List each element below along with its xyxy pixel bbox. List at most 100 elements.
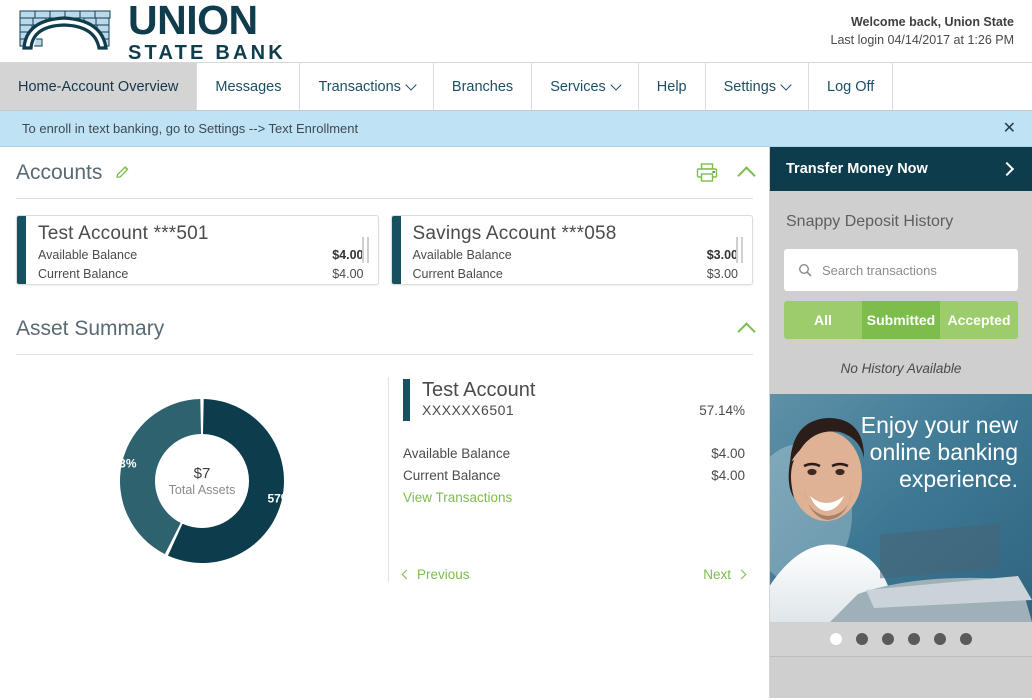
nav-item-messages[interactable]: Messages xyxy=(197,63,301,110)
detail-subrow: XXXXXX6501 57.14% xyxy=(422,402,745,418)
carousel-dot[interactable] xyxy=(856,633,868,645)
filter-all[interactable]: All xyxy=(784,301,862,339)
account-current-value: $3.00 xyxy=(706,266,738,281)
account-available-row: Available Balance $4.00 xyxy=(38,246,364,265)
previous-label: Previous xyxy=(417,566,470,582)
chevron-down-icon xyxy=(405,78,417,91)
nav-item-home-account-overview[interactable]: Home-Account Overview xyxy=(0,63,198,110)
donut-svg: 57% 43% xyxy=(116,399,288,564)
nav-item-label: Messages xyxy=(215,78,282,95)
bridge-logo-icon xyxy=(19,8,119,54)
accounts-section-header: Accounts xyxy=(16,147,756,199)
collapse-asset-summary-icon[interactable] xyxy=(737,322,756,341)
alert-text: To enroll in text banking, go to Setting… xyxy=(22,121,359,136)
nav-item-label: Help xyxy=(656,78,687,95)
main-column: Accounts Test Account ***501 Available B… xyxy=(0,147,770,698)
account-detail-heading: Test Account XXXXXX6501 57.14% xyxy=(422,379,745,421)
account-card[interactable]: Test Account ***501 Available Balance $4.0… xyxy=(16,215,379,285)
printer-icon[interactable] xyxy=(696,163,718,182)
account-accent-bar xyxy=(391,216,401,284)
asset-donut-chart: 57% 43% $7 Total Assets xyxy=(116,395,288,567)
nav-item-settings[interactable]: Settings xyxy=(706,63,810,110)
brand-name-line2: STATE BANK xyxy=(128,41,286,64)
filter-submitted[interactable]: Submitted xyxy=(862,301,940,339)
nav-item-label: Services xyxy=(550,78,606,95)
account-accent-bar xyxy=(17,216,26,284)
search-icon xyxy=(798,263,812,277)
account-card-body: Savings Account ***058 Available Balance $… xyxy=(401,216,753,284)
carousel-dot[interactable] xyxy=(908,633,920,645)
account-available-value: $4.00 xyxy=(332,248,364,262)
search-transactions-box[interactable]: Search transactions xyxy=(784,249,1018,291)
account-card[interactable]: Savings Account ***058 Available Balance $… xyxy=(390,215,753,285)
promo-text: Enjoy your new online banking experience… xyxy=(848,412,1018,493)
nav-item-help[interactable]: Help xyxy=(639,63,706,110)
detail-current-row: Current Balance $4.00 xyxy=(403,465,745,487)
accounts-title-group: Accounts xyxy=(16,161,131,185)
next-button[interactable]: Next xyxy=(703,566,747,582)
carousel-dots xyxy=(770,622,1032,656)
next-label: Next xyxy=(703,566,731,582)
brand-name-line1: UNION xyxy=(128,0,258,43)
detail-account-percent: 57.14% xyxy=(699,403,745,418)
last-login-text: Last login 04/14/2017 at 1:26 PM xyxy=(830,33,1014,47)
account-accent-bar xyxy=(403,379,410,421)
chevron-right-icon xyxy=(736,569,747,579)
pencil-icon[interactable] xyxy=(114,164,131,181)
nav-item-log-off[interactable]: Log Off xyxy=(809,63,894,110)
drag-handle[interactable] xyxy=(361,237,369,263)
close-icon[interactable]: ✕ xyxy=(1003,120,1016,137)
detail-current-value: $4.00 xyxy=(711,468,745,484)
carousel-dot[interactable] xyxy=(960,633,972,645)
account-current-value: $4.00 xyxy=(332,266,364,281)
search-input[interactable]: Search transactions xyxy=(822,263,937,278)
collapse-accounts-icon[interactable] xyxy=(737,166,756,185)
account-detail-panel: Test Account XXXXXX6501 57.14% Available… xyxy=(388,377,753,582)
donut-slice-label-1: 43% xyxy=(116,457,137,471)
transfer-money-button[interactable]: Transfer Money Now xyxy=(770,147,1032,191)
nav-item-branches[interactable]: Branches xyxy=(434,63,533,110)
account-card-title: Test Account ***501 xyxy=(38,223,209,244)
view-transactions-link[interactable]: View Transactions xyxy=(403,490,512,505)
detail-current-label: Current Balance xyxy=(403,468,501,484)
asset-summary-header: Asset Summary xyxy=(16,303,756,355)
detail-available-row: Available Balance $4.00 xyxy=(403,443,745,465)
account-pager: Previous Next xyxy=(401,566,747,582)
carousel-dot[interactable] xyxy=(830,633,842,645)
carousel-dot[interactable] xyxy=(934,633,946,645)
app-root: UNION STATE BANK Welcome back, Union Sta… xyxy=(0,0,1032,700)
nav-item-label: Log Off xyxy=(827,78,875,95)
snappy-deposit-title: Snappy Deposit History xyxy=(786,213,954,230)
account-available-label: Available Balance xyxy=(412,248,512,262)
account-detail-header: Test Account XXXXXX6501 57.14% xyxy=(403,379,745,421)
chevron-left-icon xyxy=(401,569,412,579)
nav-item-transactions[interactable]: Transactions xyxy=(300,63,434,110)
detail-available-value: $4.00 xyxy=(711,446,745,461)
drag-handle[interactable] xyxy=(736,237,743,263)
nav-item-services[interactable]: Services xyxy=(532,63,639,110)
nav-item-label: Branches xyxy=(451,78,514,95)
detail-account-name: Test Account xyxy=(422,379,536,401)
sidebar-footer xyxy=(770,656,1032,688)
account-current-row: Current Balance $3.00 xyxy=(413,265,739,284)
detail-account-number: XXXXXX6501 xyxy=(422,402,515,418)
welcome-block: Welcome back, Union State Last login 04/… xyxy=(831,13,1032,49)
nav-item-label: Settings xyxy=(723,78,777,95)
asset-summary-title-group: Asset Summary xyxy=(16,317,164,341)
promo-line3: experience. xyxy=(899,466,1018,493)
asset-summary-section: Asset Summary xyxy=(0,303,769,355)
brand-logo[interactable]: UNION STATE BANK xyxy=(0,0,286,63)
filter-accepted[interactable]: Accepted xyxy=(940,301,1018,339)
main-navigation: Home-Account Overview Messages Transaction… xyxy=(0,63,1032,111)
nav-item-label: Home-Account Overview xyxy=(18,78,179,95)
no-history-message: No History Available xyxy=(840,361,962,376)
section-title: Asset Summary xyxy=(16,316,165,340)
detail-balances: Available Balance $4.00 Current Balance … xyxy=(403,443,745,507)
account-card-body: Test Account ***501 Available Balance $4.0… xyxy=(26,216,378,284)
detail-available-label: Available Balance xyxy=(403,446,511,461)
promo-line1: Enjoy your new xyxy=(860,412,1018,438)
previous-button[interactable]: Previous xyxy=(401,566,470,582)
transfer-money-label: Transfer Money Now xyxy=(786,161,928,177)
promo-banner[interactable]: Enjoy your new online banking experience… xyxy=(770,394,1032,622)
carousel-dot[interactable] xyxy=(882,633,894,645)
